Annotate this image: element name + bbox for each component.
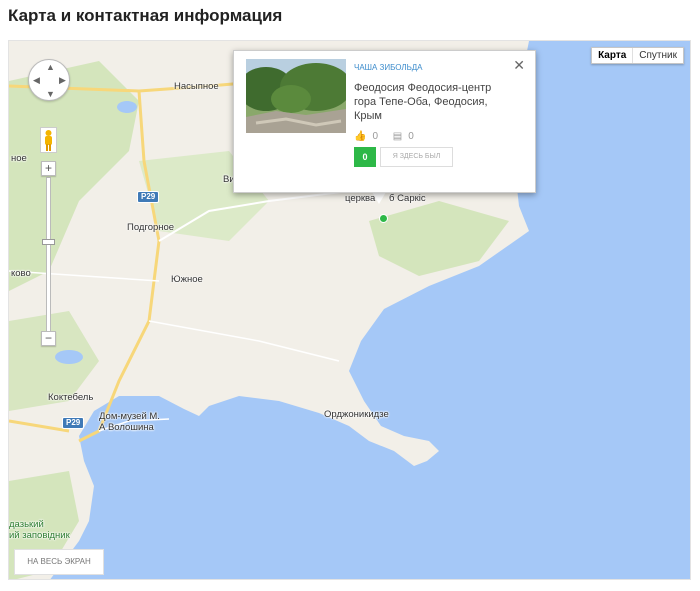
place-label: Насыпное [174,81,219,92]
street-view-pegman-icon[interactable] [40,127,57,153]
map[interactable]: Насыпное ное Ви Подгорное Южное ково Кок… [8,40,691,580]
place-label: ное [11,153,27,164]
location-marker-icon[interactable] [379,214,388,223]
pan-control[interactable]: ▲ ▼ ◀ ▶ [28,59,70,101]
map-type-satellite-button[interactable]: Спутник [633,48,683,63]
like-count[interactable]: 👍 0 [354,131,384,142]
map-type-map-button[interactable]: Карта [592,48,634,63]
zoom-slider-handle[interactable] [42,239,55,245]
zoom-slider-track[interactable] [46,177,51,333]
close-icon[interactable]: ✕ [513,57,525,74]
comment-count[interactable]: ▤ 0 [393,131,420,142]
popup-tail [372,192,386,204]
zoom-out-button[interactable]: − [41,331,56,346]
fullscreen-button[interactable]: НА ВЕСЬ ЭКРАН [14,549,104,575]
place-label: Подгорное [127,222,175,233]
been-count-badge[interactable]: 0 [354,147,376,167]
place-label: церква [345,193,376,204]
place-label: б Саркіс [389,193,426,204]
place-label: Дом-музей М. А Волошина [99,411,160,433]
place-label: Южное [171,274,203,285]
section-title: Карта и контактная информация [8,6,283,25]
place-label: дазький ий заповідник [9,519,70,541]
thumbs-up-icon: 👍 [354,131,367,142]
popup-stats: 👍 0 ▤ 0 [354,131,426,142]
i-was-here-button[interactable]: Я ЗДЕСЬ БЫЛ [380,147,453,167]
place-category-link[interactable]: ЧАША ЗИБОЛЬДА [354,63,423,72]
comment-icon: ▤ [392,131,403,142]
info-popup: ЧАША ЗИБОЛЬДА Феодосия Феодосия-центр го… [233,50,536,193]
road-shield: P29 [137,191,160,203]
place-photo[interactable] [246,59,346,133]
place-address: Феодосия Феодосия-центр гора Тепе-Оба, Ф… [354,82,492,122]
place-label: ково [11,268,31,279]
pan-right-icon[interactable]: ▶ [59,76,66,85]
lake [55,350,83,364]
road-shield: P29 [62,417,85,429]
place-label: Коктебель [48,392,94,403]
zoom-in-button[interactable]: + [41,161,56,176]
pan-down-icon[interactable]: ▼ [46,90,55,99]
place-label: Орджоникидзе [324,409,389,420]
lake [117,101,137,113]
map-type-control: Карта Спутник [591,47,684,64]
pan-up-icon[interactable]: ▲ [46,63,55,72]
pan-left-icon[interactable]: ◀ [33,76,40,85]
